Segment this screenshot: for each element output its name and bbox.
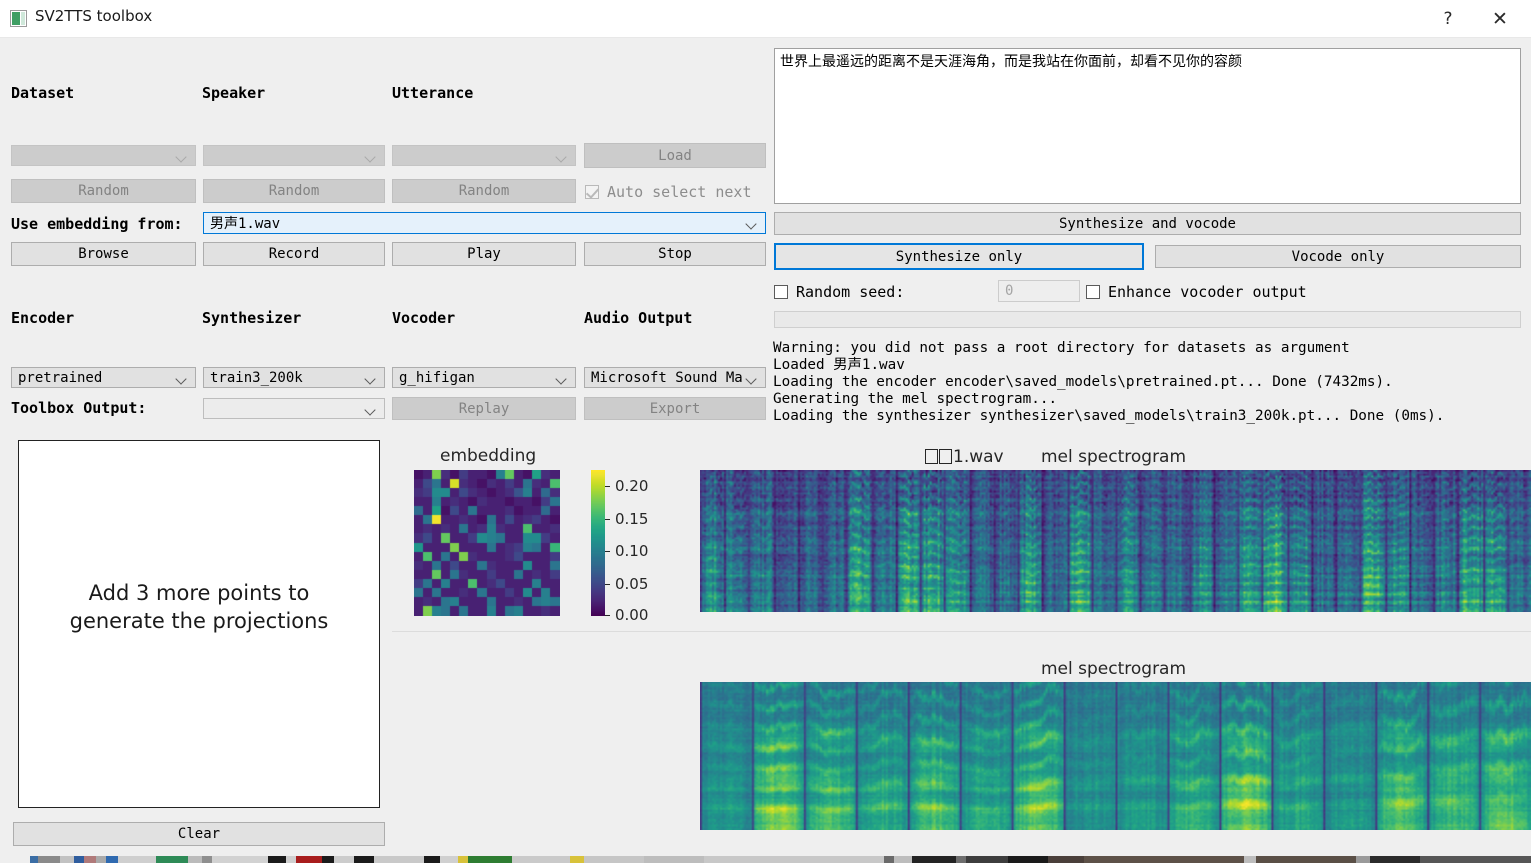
colorbar-tick-label: 0.10 [615, 542, 648, 560]
vocode-only-button[interactable]: Vocode only [1155, 245, 1521, 268]
colorbar-tick-mark [605, 615, 610, 616]
app-icon [10, 10, 27, 27]
synthesizer-combo[interactable]: train3_200k [203, 367, 385, 388]
random-seed-checkbox[interactable]: Random seed: [774, 283, 904, 301]
vocoder-header: Vocoder [392, 309, 455, 327]
auto-select-next-checkbox[interactable]: Auto select next [585, 183, 752, 201]
vocoder-combo-value: g_hifigan [399, 370, 554, 386]
progress-bar [774, 311, 1521, 328]
use-embedding-from-value: 男声1.wav [210, 213, 744, 233]
chevron-down-icon [554, 370, 570, 386]
checkbox-icon [774, 285, 788, 299]
random-seed-input[interactable]: 0 [998, 280, 1080, 302]
export-button[interactable]: Export [584, 397, 766, 420]
sv2tts-toolbox-window: SV2TTS toolbox ? ✕ Dataset Speaker Utter… [0, 0, 1531, 863]
source-wav-suffix: 1.wav [953, 447, 1004, 467]
encoder-combo-value: pretrained [18, 370, 174, 386]
log-output: Warning: you did not pass a root directo… [773, 340, 1444, 425]
load-button[interactable]: Load [584, 143, 766, 168]
projections-message: Add 3 more points togenerate the project… [19, 579, 379, 636]
colorbar-tick-label: 0.15 [615, 510, 648, 528]
projections-panel[interactable]: Add 3 more points togenerate the project… [18, 440, 380, 808]
mel-spectrogram-1 [700, 470, 1531, 612]
synthesizer-combo-value: train3_200k [210, 370, 363, 386]
embedding-chart-title: embedding [440, 446, 536, 466]
colorbar-tick-label: 0.05 [615, 575, 648, 593]
speaker-combo[interactable] [203, 145, 385, 166]
stop-button[interactable]: Stop [584, 242, 766, 266]
embedding-heatmap [414, 470, 560, 616]
colorbar-tick-mark [605, 519, 610, 520]
speaker-header: Speaker [202, 84, 265, 102]
chevron-down-icon [363, 370, 379, 386]
browse-button[interactable]: Browse [11, 242, 196, 266]
enhance-vocoder-output-label: Enhance vocoder output [1108, 283, 1307, 301]
colorbar-tick-mark [605, 551, 610, 552]
replay-button[interactable]: Replay [392, 397, 576, 420]
toolbox-output-combo[interactable] [203, 398, 385, 419]
random-seed-label: Random seed: [796, 283, 904, 301]
mel-spectrogram-1-source-label: 1.wav [925, 447, 1004, 467]
use-embedding-from-label: Use embedding from: [11, 215, 183, 233]
random-dataset-button[interactable]: Random [11, 179, 196, 203]
record-button[interactable]: Record [203, 242, 385, 266]
window-title: SV2TTS toolbox [35, 7, 152, 25]
desktop-taskbar [0, 856, 1531, 863]
synthesizer-header: Synthesizer [202, 309, 301, 327]
chevron-down-icon [174, 370, 190, 386]
mel-spectrogram-2-title: mel spectrogram [1041, 659, 1186, 679]
audio-output-combo-value: Microsoft Sound Mapp [591, 370, 744, 386]
chevron-down-icon [744, 370, 760, 386]
vocoder-combo[interactable]: g_hifigan [392, 367, 576, 388]
dataset-header: Dataset [11, 84, 74, 102]
encoder-header: Encoder [11, 309, 74, 327]
colorbar-tick-mark [605, 486, 610, 487]
audio-output-combo[interactable]: Microsoft Sound Mapp [584, 367, 766, 388]
chevron-down-icon [363, 401, 379, 417]
close-button[interactable]: ✕ [1477, 0, 1523, 37]
colorbar-tick-mark [605, 584, 610, 585]
synthesis-text-input[interactable]: 世界上最遥远的距离不是天涯海角，而是我站在你面前，却看不见你的容颜 [774, 48, 1521, 204]
chevron-down-icon [554, 148, 570, 164]
chevron-down-icon [363, 148, 379, 164]
dataset-combo[interactable] [11, 145, 196, 166]
divider [392, 631, 1531, 632]
title-bar: SV2TTS toolbox ? ✕ [0, 0, 1531, 38]
synthesize-and-vocode-button[interactable]: Synthesize and vocode [774, 212, 1521, 235]
embedding-colorbar [591, 470, 605, 616]
clear-button[interactable]: Clear [13, 822, 385, 846]
help-button[interactable]: ? [1425, 0, 1471, 37]
auto-select-next-label: Auto select next [607, 183, 752, 201]
enhance-vocoder-output-checkbox[interactable]: Enhance vocoder output [1086, 283, 1307, 301]
colorbar-tick-label: 0.00 [615, 606, 648, 624]
synthesize-only-button[interactable]: Synthesize only [774, 243, 1144, 270]
utterance-combo[interactable] [392, 145, 576, 166]
colorbar-tick-label: 0.20 [615, 477, 648, 495]
encoder-combo[interactable]: pretrained [11, 367, 196, 388]
toolbox-output-label: Toolbox Output: [11, 399, 146, 417]
audio-output-header: Audio Output [584, 309, 692, 327]
random-speaker-button[interactable]: Random [203, 179, 385, 203]
chevron-down-icon [174, 148, 190, 164]
utterance-header: Utterance [392, 84, 473, 102]
mel-spectrogram-2 [700, 682, 1531, 830]
random-utterance-button[interactable]: Random [392, 179, 576, 203]
checkbox-icon [585, 185, 599, 199]
mel-spectrogram-1-title: mel spectrogram [1041, 447, 1186, 467]
checkbox-icon [1086, 285, 1100, 299]
play-button[interactable]: Play [392, 242, 576, 266]
chevron-down-icon [744, 215, 760, 231]
use-embedding-from-combo[interactable]: 男声1.wav [203, 212, 766, 234]
